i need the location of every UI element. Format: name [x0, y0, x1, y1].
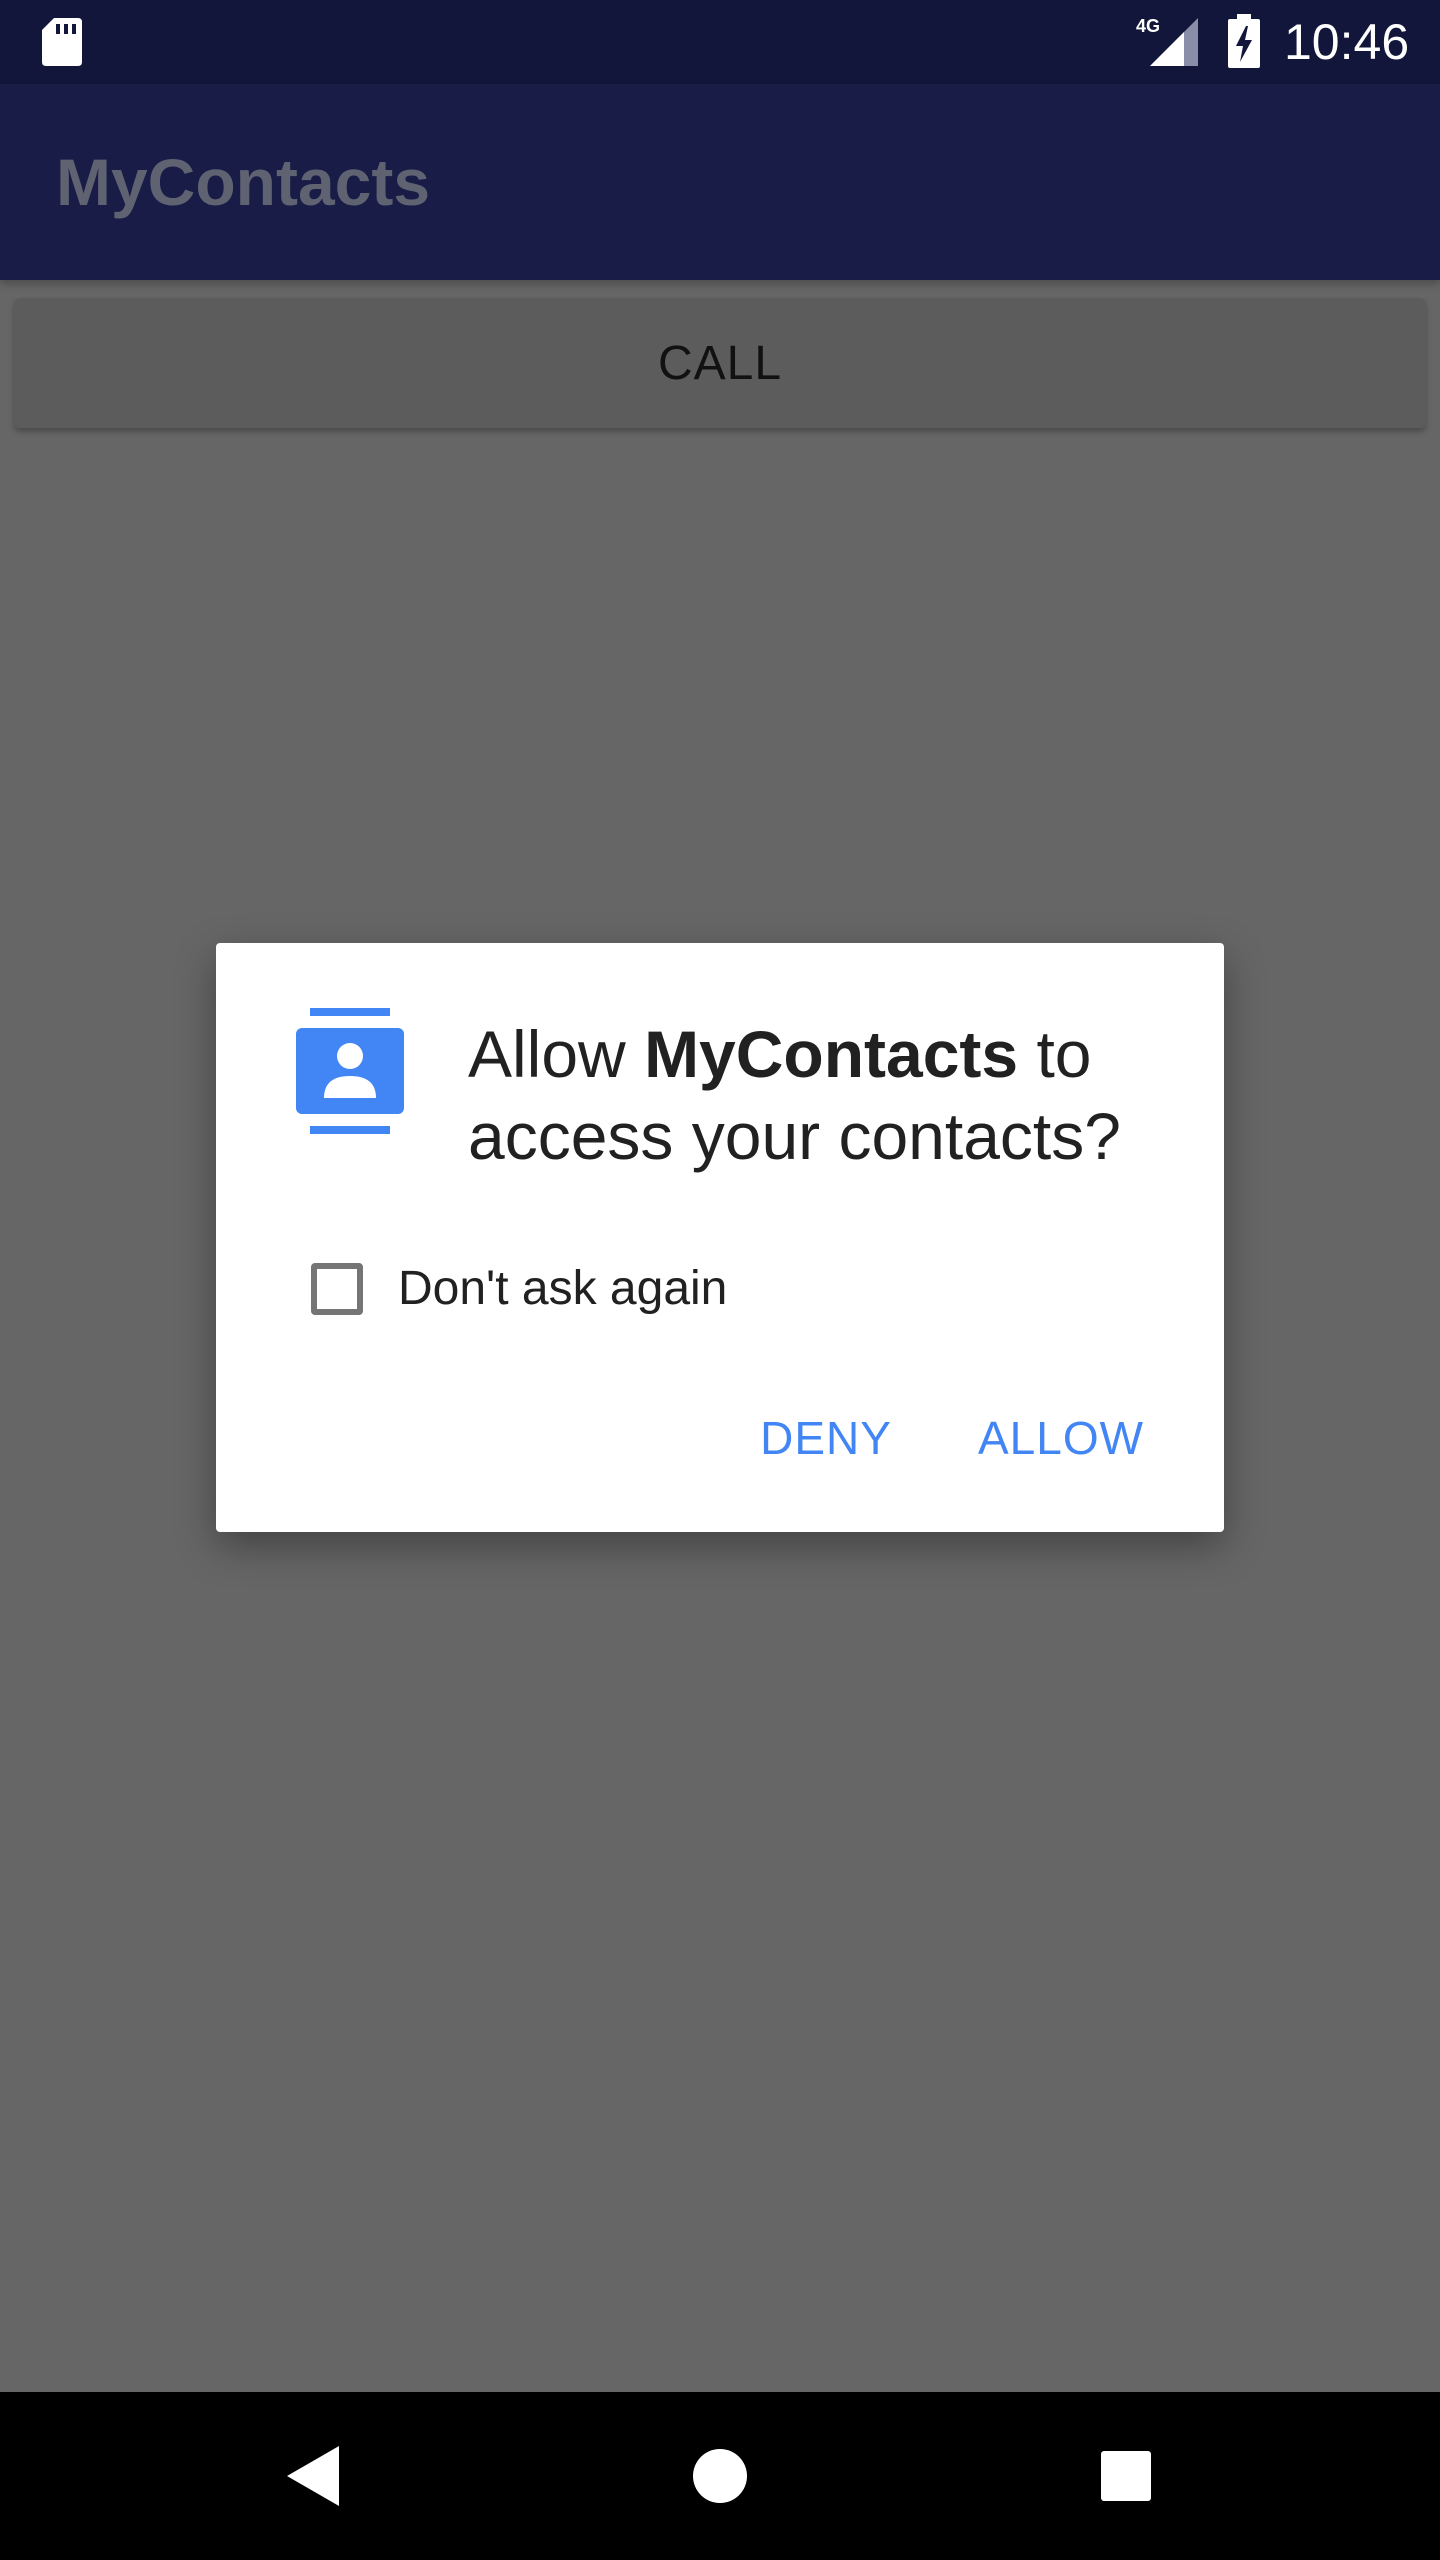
battery-charging-icon — [1228, 14, 1260, 68]
home-icon[interactable] — [692, 2448, 748, 2504]
deny-button[interactable]: DENY — [736, 1393, 916, 1483]
call-button[interactable]: CALL — [14, 298, 1426, 428]
contacts-icon — [296, 1008, 404, 1134]
status-bar: 4G 10:46 — [0, 0, 1440, 84]
sd-card-icon — [42, 18, 82, 66]
dont-ask-again-label[interactable]: Don't ask again — [398, 1259, 727, 1319]
allow-button[interactable]: ALLOW — [946, 1393, 1176, 1483]
status-time: 10:46 — [1284, 14, 1410, 70]
network-type-label: 4G — [1136, 16, 1160, 36]
app-bar: MyContacts — [0, 84, 1440, 280]
permission-dialog: Allow MyContacts to access your contacts… — [216, 943, 1224, 1532]
call-button-label: CALL — [657, 336, 783, 390]
back-icon[interactable] — [285, 2444, 341, 2508]
navigation-bar — [0, 2392, 1440, 2560]
dont-ask-again-checkbox[interactable] — [311, 1263, 363, 1315]
dialog-title: Allow MyContacts to access your contacts… — [468, 1013, 1198, 1177]
dialog-title-app-name: MyContacts — [644, 1017, 1019, 1091]
recents-icon[interactable] — [1100, 2450, 1152, 2502]
dialog-title-prefix: Allow — [468, 1017, 645, 1091]
signal-icon: 4G — [1136, 16, 1198, 66]
app-title: MyContacts — [56, 145, 431, 219]
